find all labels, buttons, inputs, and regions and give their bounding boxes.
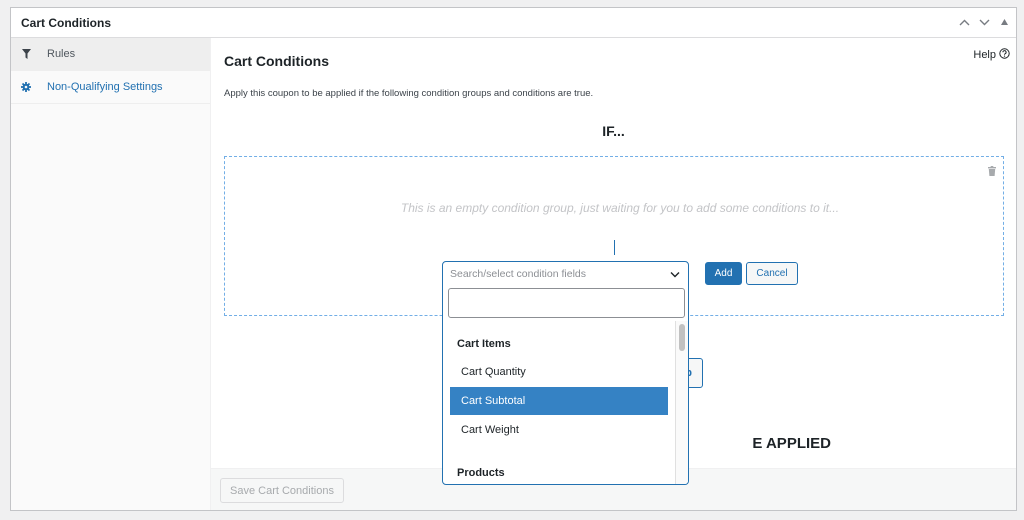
question-circle-icon <box>999 48 1010 62</box>
filter-icon <box>19 49 33 59</box>
condition-field-dropdown: Search/select condition fields Cart Item… <box>442 261 689 485</box>
dropdown-options-list: Cart Items Cart Quantity Cart Subtotal C… <box>443 321 688 484</box>
empty-group-message: This is an empty condition group, just w… <box>400 201 840 215</box>
option-group-products: Products <box>457 467 505 479</box>
chevron-up-icon[interactable] <box>958 15 970 29</box>
sidebar-item-label: Rules <box>47 48 76 60</box>
cancel-button[interactable]: Cancel <box>746 262 798 285</box>
option-cart-quantity[interactable]: Cart Quantity <box>450 358 668 386</box>
chevron-down-icon[interactable] <box>978 15 990 29</box>
dropdown-scrollbar[interactable] <box>675 321 688 484</box>
select-placeholder: Search/select condition fields <box>450 268 586 280</box>
add-button[interactable]: Add <box>705 262 742 285</box>
gear-icon <box>19 82 33 92</box>
if-label: IF... <box>211 123 1016 139</box>
option-cart-subtotal[interactable]: Cart Subtotal <box>450 387 668 415</box>
help-label: Help <box>973 49 996 61</box>
triangle-up-icon[interactable] <box>998 15 1010 29</box>
option-cart-weight[interactable]: Cart Weight <box>450 416 668 444</box>
text-cursor <box>614 240 615 255</box>
then-label-text: E APPLIED <box>752 435 831 452</box>
help-link[interactable]: Help <box>973 48 1010 62</box>
option-group-cart-items: Cart Items <box>457 338 511 350</box>
dropdown-search-input[interactable] <box>448 288 685 318</box>
scrollbar-thumb[interactable] <box>679 324 685 351</box>
section-title: Cart Conditions <box>224 53 329 69</box>
sidebar-item-non-qualifying-settings[interactable]: Non-Qualifying Settings <box>11 71 210 104</box>
section-description: Apply this coupon to be applied if the f… <box>224 88 594 99</box>
sidebar: Rules Non-Qualifying Settings <box>11 38 211 510</box>
sidebar-item-rules[interactable]: Rules <box>11 38 210 71</box>
panel-title: Cart Conditions <box>21 16 111 30</box>
chevron-down-icon <box>670 269 680 281</box>
panel-header: Cart Conditions <box>11 8 1016 38</box>
panel-controls <box>958 15 1010 29</box>
save-cart-conditions-button[interactable]: Save Cart Conditions <box>220 478 344 503</box>
sidebar-item-label: Non-Qualifying Settings <box>47 81 163 93</box>
if-label-text: IF... <box>602 123 625 139</box>
condition-field-select[interactable]: Search/select condition fields <box>443 262 688 286</box>
trash-icon[interactable] <box>988 163 996 181</box>
